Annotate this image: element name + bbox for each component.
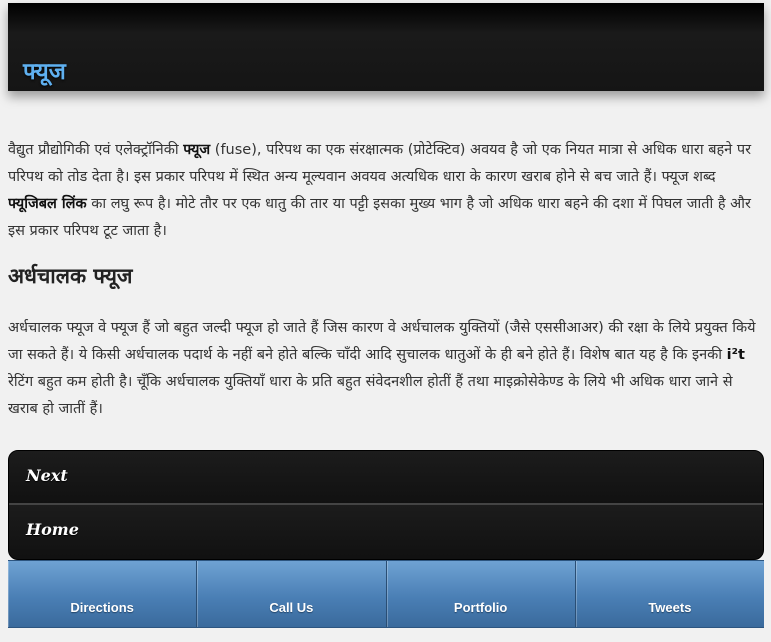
next-button[interactable]: Next [9, 451, 763, 503]
nav-list: Next Home [8, 450, 764, 560]
footer-navbar: Directions Call Us Portfolio Tweets [8, 560, 764, 628]
call-us-label: Call Us [269, 600, 314, 615]
portfolio-button[interactable]: Portfolio [387, 561, 576, 627]
directions-button[interactable]: Directions [8, 561, 198, 627]
rating-term: i²t [726, 347, 745, 363]
home-label: Home [26, 520, 79, 539]
call-us-button[interactable]: Call Us [197, 561, 387, 627]
intro-term-fusible-link: फ्यूजिबल लिंक [8, 196, 87, 212]
next-label: Next [26, 466, 68, 485]
tweets-button[interactable]: Tweets [576, 561, 764, 627]
intro-text-1: वैद्युत प्रौद्योगिकी एवं एलेक्ट्रॉनिकी [8, 142, 184, 158]
intro-term-fuse: फ्यूज [183, 142, 211, 158]
page-title: फ्यूज [23, 59, 66, 85]
article-content: वैद्युत प्रौद्योगिकी एवं एलेक्ट्रॉनिकी फ… [8, 137, 760, 423]
portfolio-label: Portfolio [453, 600, 508, 615]
section-heading: अर्धचालक फ्यूज [8, 264, 133, 288]
section-text-2: रेटिंग बहुत कम होती है। चूँकि अर्धचालक य… [8, 374, 733, 417]
section-text-1: अर्धचालक फ्यूज वे फ्यूज हैं जो बहुत जल्द… [8, 320, 756, 363]
page-header: फ्यूज [8, 3, 764, 91]
section-paragraph: अर्धचालक फ्यूज वे फ्यूज हैं जो बहुत जल्द… [8, 315, 760, 423]
intro-paragraph: वैद्युत प्रौद्योगिकी एवं एलेक्ट्रॉनिकी फ… [8, 137, 760, 245]
home-button[interactable]: Home [9, 503, 763, 557]
intro-text-3: का लघु रूप है। मोटे तौर पर एक धातु की ता… [8, 196, 751, 239]
directions-label: Directions [70, 600, 134, 615]
tweets-label: Tweets [648, 600, 692, 615]
